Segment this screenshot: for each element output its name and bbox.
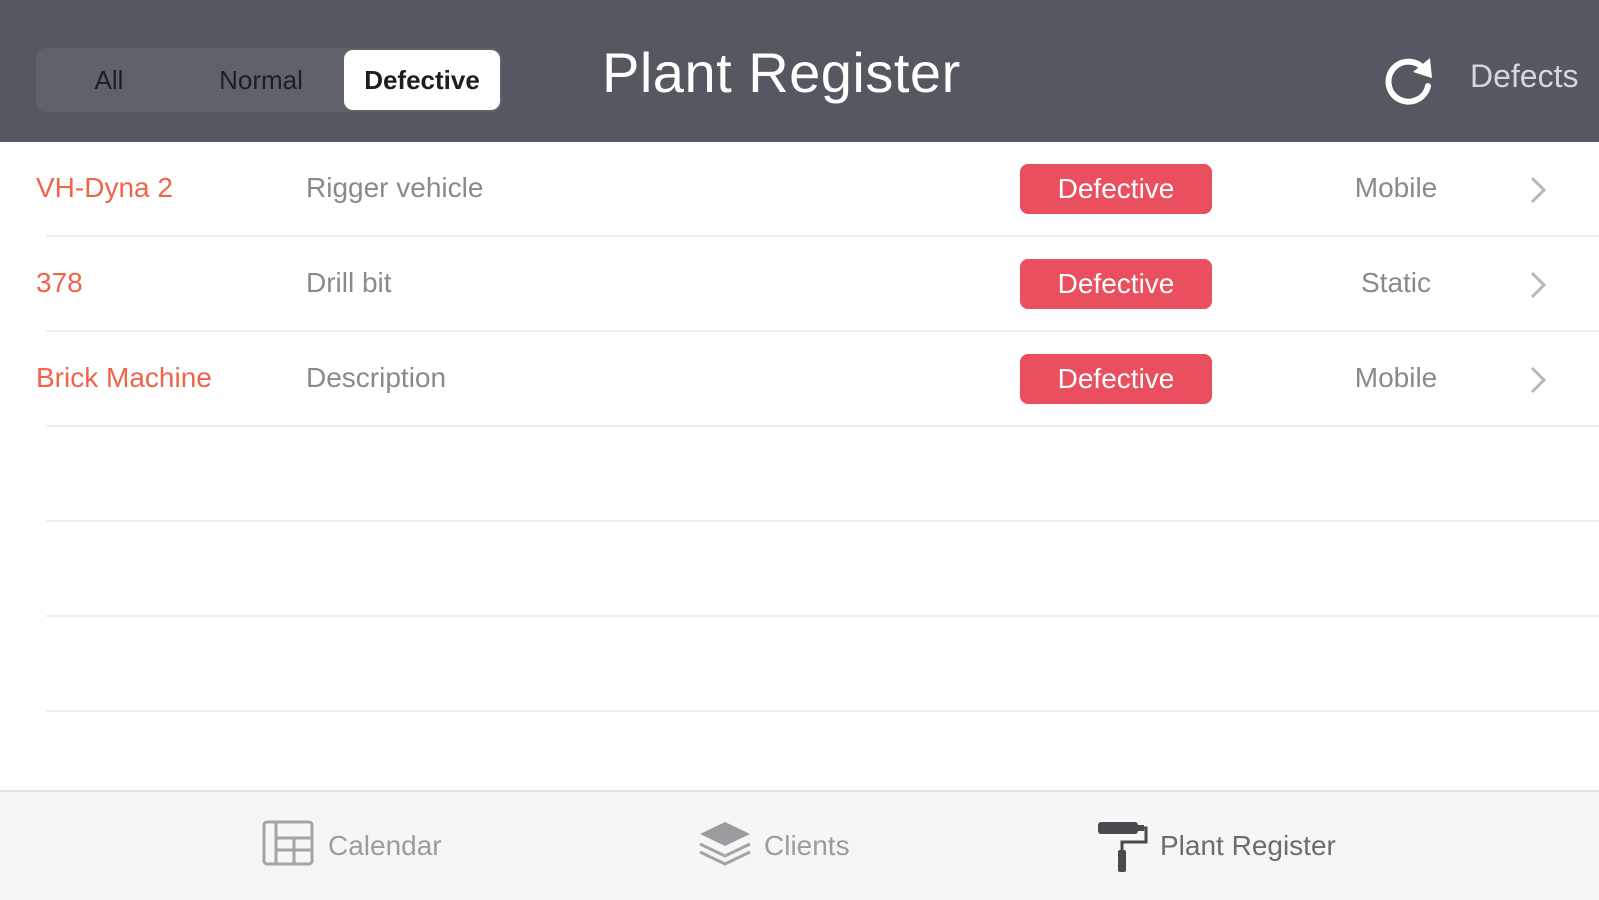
chevron-right-icon bbox=[1526, 174, 1550, 206]
status-badge: Defective bbox=[1020, 354, 1212, 404]
table-row[interactable]: 378 Drill bit Defective Static bbox=[36, 237, 1599, 332]
plant-type: Static bbox=[1360, 267, 1432, 298]
empty-row bbox=[46, 522, 1599, 617]
empty-row bbox=[46, 427, 1599, 522]
filter-segmented-control: All Normal Defective bbox=[36, 48, 502, 112]
tab-calendar-label: Calendar bbox=[328, 830, 442, 861]
refresh-icon[interactable] bbox=[1380, 50, 1440, 110]
table-row[interactable]: Brick Machine Description Defective Mobi… bbox=[36, 332, 1599, 427]
plant-type: Mobile bbox=[1354, 362, 1438, 393]
filter-all-button[interactable]: All bbox=[54, 48, 164, 112]
defects-link[interactable]: Defects bbox=[1470, 58, 1578, 95]
plant-description: Description bbox=[306, 362, 447, 393]
filter-normal-button[interactable]: Normal bbox=[186, 48, 336, 112]
plant-list: VH-Dyna 2 Rigger vehicle Defective Mobil… bbox=[0, 142, 1599, 712]
app-window: All Normal Defective Plant Register Defe… bbox=[0, 0, 1599, 900]
table-row[interactable]: VH-Dyna 2 Rigger vehicle Defective Mobil… bbox=[36, 142, 1599, 237]
status-badge: Defective bbox=[1020, 259, 1212, 309]
plant-description: Rigger vehicle bbox=[306, 172, 484, 203]
plant-type: Mobile bbox=[1354, 172, 1438, 203]
tab-calendar[interactable]: Calendar bbox=[260, 814, 460, 874]
empty-row bbox=[46, 617, 1599, 712]
tab-bar: Calendar Clients Plant Register bbox=[0, 790, 1599, 900]
tab-clients-label: Clients bbox=[764, 830, 850, 861]
page-title: Plant Register bbox=[602, 41, 961, 104]
plant-description: Drill bit bbox=[306, 267, 392, 298]
tab-plant-register-label: Plant Register bbox=[1160, 830, 1336, 861]
layers-icon bbox=[696, 814, 754, 874]
plant-id: 378 bbox=[36, 267, 83, 298]
paint-roller-icon bbox=[1096, 814, 1154, 874]
calendar-icon bbox=[260, 814, 318, 874]
filter-defective-button[interactable]: Defective bbox=[344, 50, 500, 110]
header-bar: All Normal Defective Plant Register Defe… bbox=[0, 0, 1599, 142]
plant-id: Brick Machine bbox=[36, 362, 212, 393]
plant-id: VH-Dyna 2 bbox=[36, 172, 173, 203]
tab-plant-register[interactable]: Plant Register bbox=[1096, 814, 1356, 874]
chevron-right-icon bbox=[1526, 364, 1550, 396]
status-badge: Defective bbox=[1020, 164, 1212, 214]
tab-clients[interactable]: Clients bbox=[696, 814, 876, 874]
chevron-right-icon bbox=[1526, 269, 1550, 301]
